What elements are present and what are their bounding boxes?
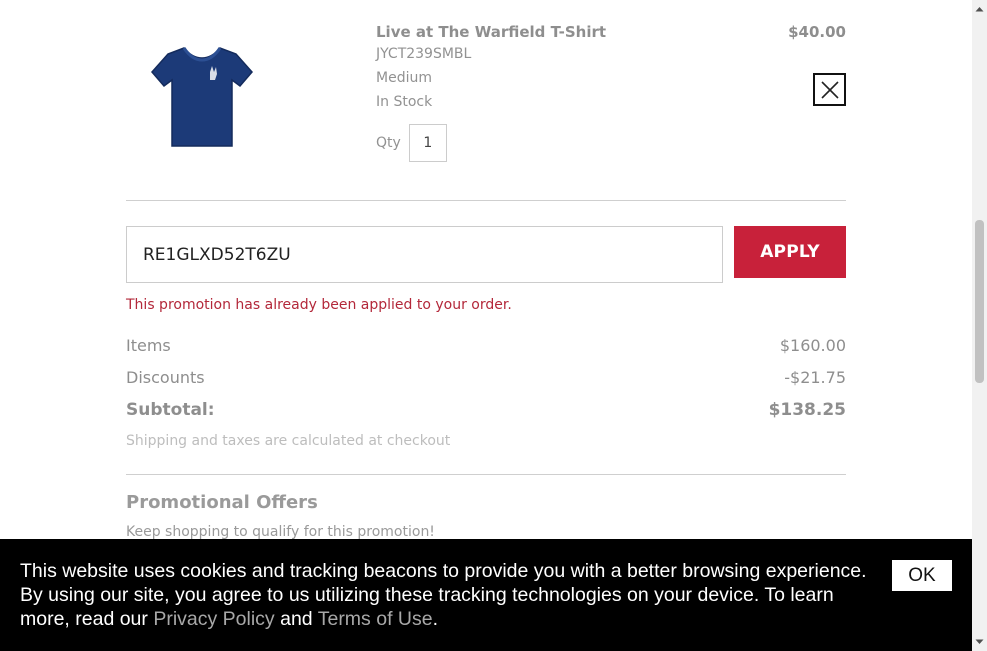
product-image[interactable] (148, 42, 254, 150)
cookie-text: This website uses cookies and tracking b… (20, 560, 867, 630)
scroll-up-arrow-icon[interactable] (972, 2, 987, 17)
item-sku: JYCT239SMBL (376, 46, 472, 62)
cookie-period: . (432, 608, 438, 630)
item-info: Live at The Warfield T-Shirt JYCT239SMBL… (376, 22, 606, 114)
quantity-row: Qty (376, 124, 447, 162)
cart-page: Live at The Warfield T-Shirt JYCT239SMBL… (0, 0, 987, 651)
cookie-banner: This website uses cookies and tracking b… (0, 539, 972, 651)
apply-button[interactable]: APPLY (734, 226, 846, 278)
divider (126, 200, 846, 201)
scrollbar[interactable] (972, 0, 987, 651)
item-stock-status: In Stock (376, 94, 433, 110)
scroll-thumb[interactable] (975, 220, 984, 383)
qty-label: Qty (376, 135, 401, 151)
navy-t-shirt-icon (151, 47, 253, 147)
close-icon (820, 80, 839, 99)
quantity-input[interactable] (408, 124, 447, 162)
items-label: Items (126, 336, 171, 355)
shipping-note: Shipping and taxes are calculated at che… (126, 433, 451, 449)
privacy-policy-link[interactable]: Privacy Policy (153, 608, 274, 630)
discounts-value: -$21.75 (784, 368, 846, 387)
cookie-message: This website uses cookies and tracking b… (20, 559, 882, 631)
item-price: $40.00 (788, 23, 846, 41)
subtotal-value: $138.25 (768, 400, 846, 420)
terms-of-use-link[interactable]: Terms of Use (318, 608, 433, 630)
divider (126, 474, 846, 475)
promo-code-input[interactable] (126, 226, 723, 283)
subtotal-row: Subtotal: $138.25 (126, 400, 846, 420)
item-size: Medium (376, 70, 432, 86)
promo-error-message: This promotion has already been applied … (126, 297, 512, 313)
discounts-label: Discounts (126, 368, 205, 387)
items-total-row: Items $160.00 (126, 336, 846, 355)
items-value: $160.00 (779, 336, 846, 355)
discounts-row: Discounts -$21.75 (126, 368, 846, 387)
scroll-down-arrow-icon[interactable] (972, 634, 987, 649)
promotional-offers-heading: Promotional Offers (126, 492, 318, 513)
remove-item-button[interactable] (813, 73, 846, 106)
promotional-offers-description: Keep shopping to qualify for this promot… (126, 524, 435, 540)
item-name[interactable]: Live at The Warfield T-Shirt (376, 22, 606, 42)
cookie-ok-button[interactable]: OK (892, 560, 952, 591)
subtotal-label: Subtotal: (126, 400, 215, 420)
cookie-and-text: and (274, 608, 318, 630)
